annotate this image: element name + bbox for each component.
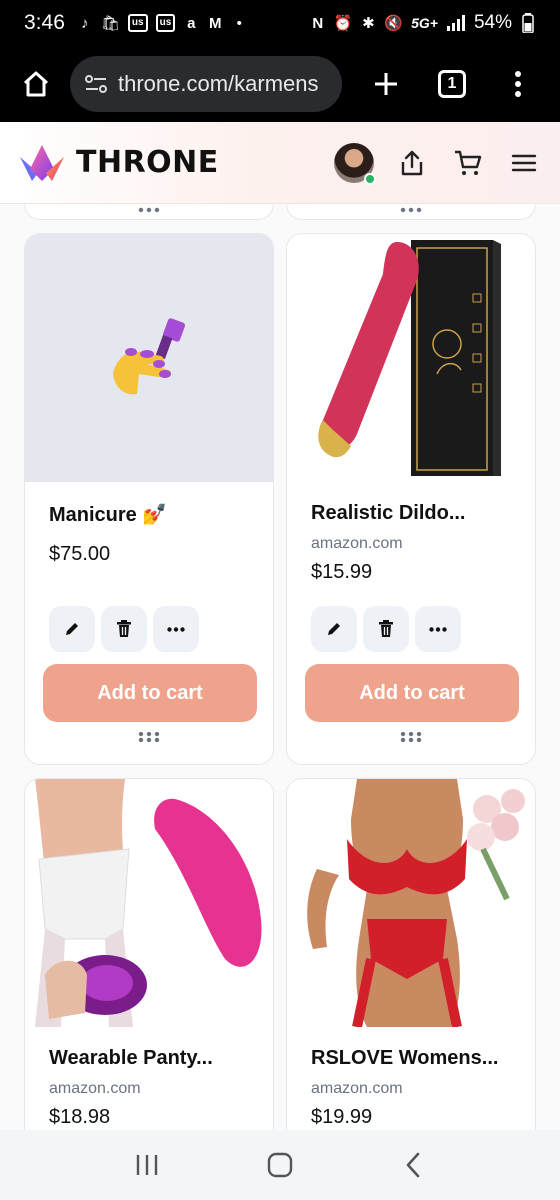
edit-button[interactable] [49,606,95,652]
url-text: throne.com/karmens [118,71,319,96]
product-title[interactable]: Wearable Panty... [49,1047,249,1070]
trash-icon [117,620,131,637]
cart-icon [455,150,482,175]
site-header: THRONE [0,122,560,204]
product-price: $15.99 [311,561,373,583]
menu-icon [511,154,537,171]
browser-toolbar: throne.com/karmens 1 [0,46,560,122]
alarm-icon: ⏰ [333,15,353,32]
product-source[interactable]: amazon.com [49,1080,249,1098]
more-options-button[interactable] [415,606,461,652]
home-nav-button[interactable] [255,1140,305,1190]
new-tab-button[interactable] [364,62,408,106]
plus-icon [375,73,397,95]
product-card[interactable]: Realistic Dildo... amazon.com $15.99 Add… [286,233,536,765]
more-horizontal-icon [429,626,447,632]
back-icon [407,1152,420,1178]
status-time: 3:46 [24,11,65,34]
home-icon [23,71,49,97]
product-title[interactable]: Realistic Dildo... [311,502,511,525]
product-price: $75.00 [49,543,111,565]
us-icon: us [155,14,176,32]
system-navigation-bar [0,1130,560,1200]
avatar[interactable] [334,142,376,185]
delete-button[interactable] [101,606,147,652]
add-to-cart-button[interactable]: Add to cart [43,664,257,722]
signal-icon [446,13,466,33]
browser-menu-button[interactable] [508,62,528,106]
pencil-icon [328,623,340,635]
battery-text: 54% [473,12,512,33]
add-to-cart-button[interactable]: Add to cart [305,664,519,722]
product-card[interactable]: Wearable Panty... amazon.com $18.98 [24,778,274,1130]
product-source[interactable]: amazon.com [311,1080,511,1098]
edit-button[interactable] [311,606,357,652]
product-image[interactable] [287,234,535,482]
cart-button[interactable] [450,145,486,181]
recent-apps-button[interactable] [122,1140,172,1190]
throne-logo-icon[interactable] [18,143,66,183]
battery-icon [520,13,536,33]
mute-icon: 🔇 [384,15,404,32]
product-source[interactable]: amazon.com [311,535,511,553]
drag-handle-icon[interactable] [25,207,273,213]
back-button[interactable] [388,1140,438,1190]
status-bar: 3:46 ♪ 🛍 us us a M • N ⏰ ✱ 🔇 5G+ 54% [0,0,560,46]
network-5g-icon: 5G+ [411,15,438,31]
address-bar[interactable]: throne.com/karmens [70,56,342,112]
drag-handle-icon[interactable] [287,207,535,213]
product-photo [35,779,262,1027]
more-vertical-icon [515,71,521,97]
tiktok-icon: ♪ [81,14,89,32]
share-button[interactable] [394,145,430,181]
product-card[interactable]: RSLOVE Womens... amazon.com $19.99 [286,778,536,1130]
previous-card-left [24,204,274,220]
us-icon: us [127,14,148,32]
nail-polish-icon [113,318,186,395]
delete-button[interactable] [363,606,409,652]
bluetooth-icon: ✱ [362,15,375,32]
product-price: $19.99 [311,1106,373,1128]
product-photo [318,240,501,476]
recent-apps-icon [136,1155,157,1175]
nfc-icon: N [312,14,324,32]
hamburger-menu-button[interactable] [506,145,542,181]
shopping-bag-icon: 🛍 [100,15,120,32]
product-title[interactable]: RSLOVE Womens... [311,1047,511,1070]
product-photo [307,779,525,1027]
drag-handle-icon[interactable] [43,732,255,742]
airbnb-icon: a [187,14,196,32]
product-grid: Manicure 💅 $75.00 Add to cart Realistic … [0,204,560,1130]
home-button[interactable] [14,62,58,106]
drag-handle-icon[interactable] [305,732,517,742]
notification-dot-icon: • [236,14,242,32]
pencil-icon [66,623,78,635]
product-price: $18.98 [49,1106,111,1128]
gmail-icon: M [209,14,222,32]
product-image[interactable] [25,234,273,482]
previous-card-right [286,204,536,220]
more-horizontal-icon [167,626,185,632]
online-status-icon [364,172,376,185]
site-settings-icon [85,75,107,93]
tab-switcher-button[interactable]: 1 [438,70,466,98]
home-nav-icon [267,1152,293,1178]
product-image[interactable] [25,779,273,1027]
product-card[interactable]: Manicure 💅 $75.00 Add to cart [24,233,274,765]
brand-name: THRONE [76,145,219,180]
share-icon [401,150,423,175]
product-image[interactable] [287,779,535,1027]
more-options-button[interactable] [153,606,199,652]
trash-icon [379,620,393,637]
product-title[interactable]: Manicure 💅 [49,502,249,527]
